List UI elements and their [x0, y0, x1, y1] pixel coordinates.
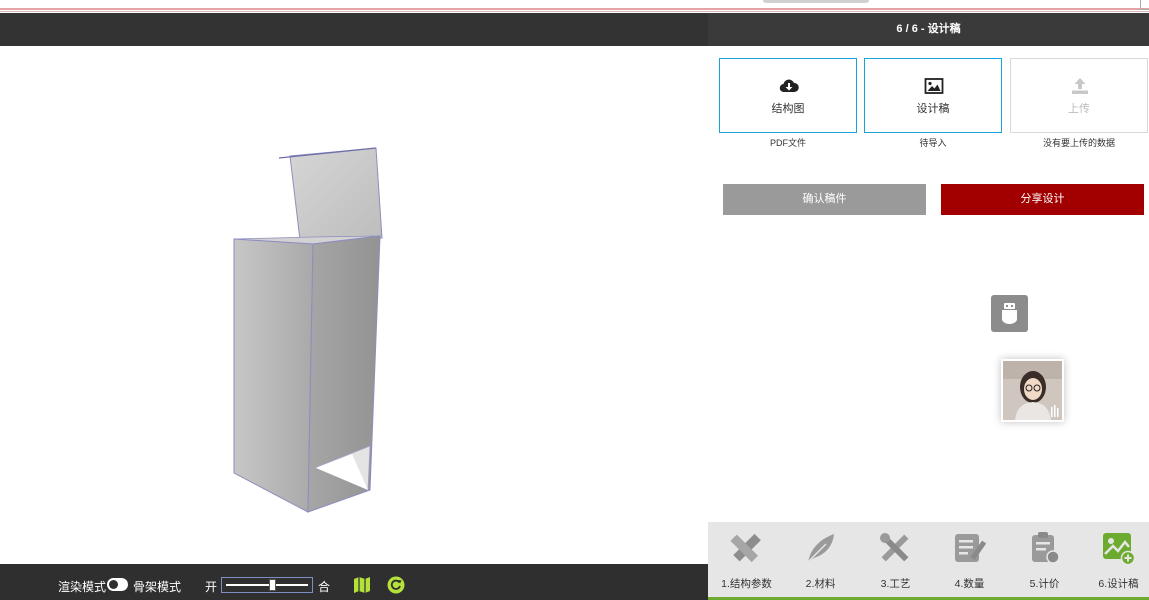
step-craft[interactable]: 3.工艺	[859, 522, 932, 600]
step-pricing[interactable]: 5.计价	[1008, 522, 1081, 600]
fold-open-label: 开	[205, 580, 218, 594]
structure-card-label: 结构图	[771, 103, 805, 115]
price-clipboard-icon	[1032, 532, 1060, 564]
upload-icon	[1072, 78, 1088, 94]
structure-card-sub: PDF文件	[769, 138, 806, 148]
ruler-pencil-icon	[730, 533, 761, 563]
bottom-toolbar: 渲染模式 骨架模式 开 合	[0, 564, 708, 600]
floating-tool-button[interactable]	[991, 295, 1028, 332]
toggle-knob	[109, 580, 118, 589]
render-mode-label[interactable]: 渲染模式	[58, 578, 106, 595]
window-corner	[1140, 0, 1149, 10]
step-label: 5.计价	[1029, 578, 1060, 590]
tools-icon	[880, 533, 909, 562]
upload-card-label: 上传	[1068, 103, 1090, 115]
skeleton-mode-label[interactable]: 骨架模式	[133, 578, 181, 595]
upload-card-sub: 没有要上传的数据	[1042, 138, 1115, 148]
box-3d-model[interactable]	[0, 46, 708, 564]
share-design-button[interactable]: 分享设计	[941, 184, 1144, 215]
avatar	[1003, 361, 1062, 420]
step-design-draft[interactable]: 6.设计稿	[1082, 522, 1149, 600]
step-label: 1.结构参数	[721, 578, 772, 590]
confirm-draft-button[interactable]: 确认稿件	[723, 184, 926, 215]
box-lid	[289, 147, 383, 241]
design-image-icon	[1103, 533, 1136, 566]
3d-viewport[interactable]	[0, 46, 708, 564]
step-label: 2.材料	[805, 578, 836, 590]
top-strip	[0, 0, 1149, 12]
upload-file-card[interactable]: 上传	[1010, 58, 1148, 133]
fold-close-label: 合	[318, 580, 331, 594]
step-title: 6 / 6 - 设计稿	[708, 13, 1149, 46]
refresh-icon[interactable]	[387, 576, 405, 594]
slider-track	[226, 584, 308, 586]
step-label: 4.数量	[954, 578, 985, 590]
top-accent-line	[0, 8, 1149, 10]
fold-slider[interactable]	[221, 577, 313, 593]
map-icon[interactable]	[353, 576, 371, 594]
slider-thumb[interactable]	[268, 579, 276, 591]
design-card-label: 设计稿	[916, 103, 950, 115]
step-structure-params[interactable]: 1.结构参数	[710, 522, 783, 600]
viewer-header-bar	[0, 13, 708, 46]
structure-file-card[interactable]: 结构图	[719, 58, 857, 133]
video-avatar-thumbnail[interactable]	[1001, 359, 1064, 422]
box-front-panel	[233, 238, 314, 513]
step-material[interactable]: 2.材料	[784, 522, 857, 600]
feather-icon	[807, 534, 834, 563]
design-file-card[interactable]: 设计稿	[864, 58, 1002, 133]
step-quantity[interactable]: 4.数量	[933, 522, 1006, 600]
design-card-sub: 待导入	[919, 138, 947, 148]
edit-list-icon	[955, 534, 987, 562]
cloud-download-icon	[779, 79, 799, 93]
step-navigation: 1.结构参数 2.材料 3.工艺 4.数量 5.计价 6.设计稿	[708, 522, 1149, 600]
top-tab-stub	[763, 0, 869, 3]
right-panel: 6 / 6 - 设计稿 结构图 PDF文件 设计稿 待导入 上传 没有要上传的数…	[708, 13, 1149, 600]
step-label: 6.设计稿	[1098, 578, 1139, 590]
image-icon	[924, 78, 944, 94]
usb-icon	[1002, 303, 1017, 324]
step-label: 3.工艺	[880, 578, 911, 590]
mode-toggle[interactable]	[107, 578, 128, 591]
